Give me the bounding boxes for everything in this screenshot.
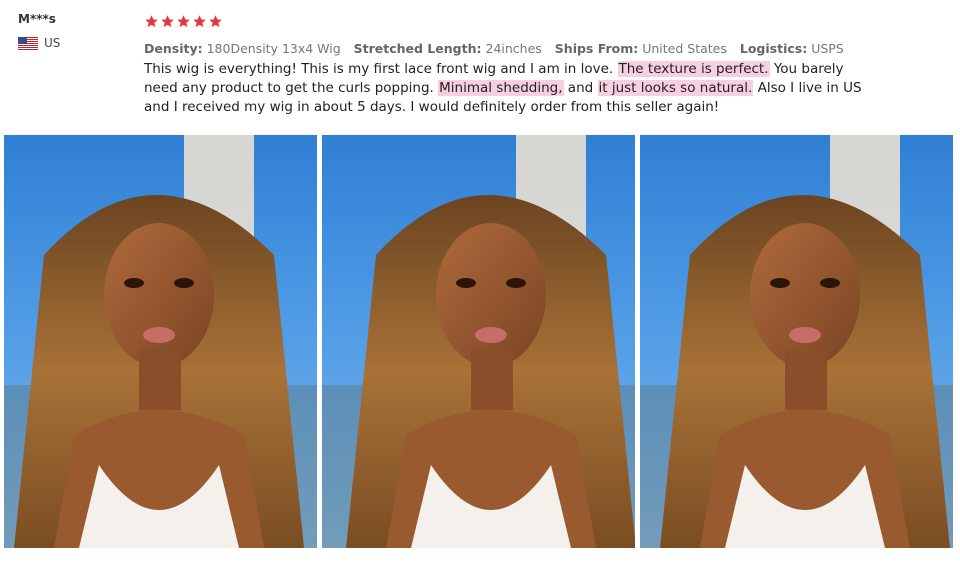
- review-highlight: it just looks so natural.: [597, 80, 754, 96]
- review-photo-2[interactable]: [322, 135, 635, 548]
- us-flag-icon: [18, 36, 38, 50]
- reviewer-name: M***s: [18, 12, 56, 26]
- spec-stretched-length: Stretched Length: 24inches: [353, 41, 542, 56]
- star-rating: [144, 12, 884, 30]
- review-highlight: The texture is perfect.: [617, 61, 770, 77]
- star-icon: [161, 14, 174, 27]
- star-icon: [209, 14, 222, 27]
- spec-ships-from: Ships From: United States: [554, 41, 727, 56]
- reviewer-country: US: [18, 36, 60, 50]
- star-icon: [193, 14, 206, 27]
- review-highlight: Minimal shedding,: [438, 80, 564, 96]
- portrait-image: [4, 135, 317, 548]
- review-body: Density: 180Density 13x4 Wig Stretched L…: [144, 12, 884, 117]
- reviewer-info: M***s US: [18, 12, 60, 50]
- portrait-image: [322, 135, 635, 548]
- spec-logistics: Logistics: USPS: [739, 41, 844, 56]
- spec-density: Density: 180Density 13x4 Wig: [144, 41, 341, 56]
- review-photo-3[interactable]: [640, 135, 953, 548]
- review-photo-1[interactable]: [4, 135, 317, 548]
- country-label: US: [44, 36, 61, 50]
- review-segment: This wig is everything! This is my first…: [144, 61, 618, 77]
- star-icon: [145, 14, 158, 27]
- product-specs: Density: 180Density 13x4 Wig Stretched L…: [144, 41, 884, 56]
- review-segment: and: [563, 80, 598, 96]
- portrait-image: [640, 135, 953, 548]
- review-text: This wig is everything! This is my first…: [144, 60, 879, 117]
- review-photos: [4, 135, 953, 548]
- star-icon: [177, 14, 190, 27]
